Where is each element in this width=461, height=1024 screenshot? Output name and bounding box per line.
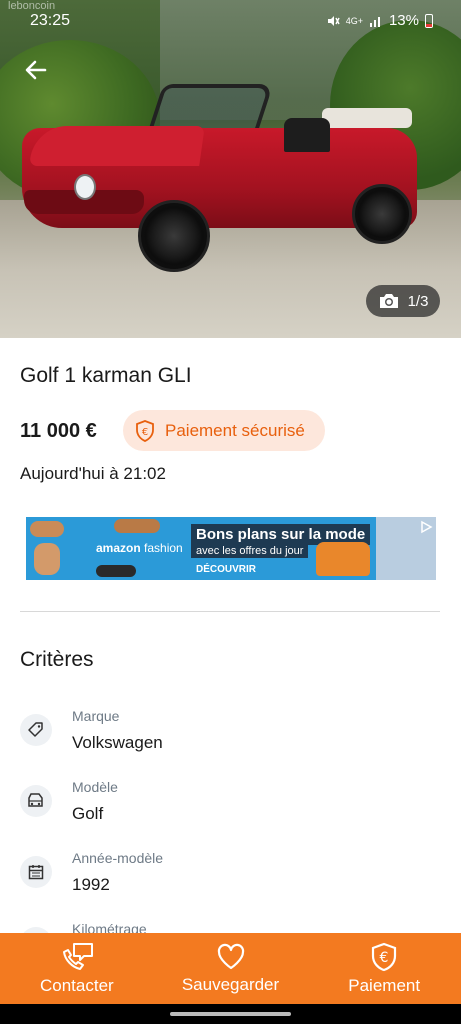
ad-subline: avec les offres du jour: [191, 544, 309, 558]
criteria-item-year: Année-modèle 1992: [20, 850, 440, 906]
camera-icon: [379, 294, 398, 308]
ad-bag-image: [316, 542, 370, 576]
network-label: 4G+: [345, 15, 363, 26]
tag-icon: [20, 714, 52, 746]
shield-euro-icon: €: [372, 942, 397, 971]
criteria-value: Golf: [72, 804, 104, 823]
car-wheel-rear: [352, 184, 412, 244]
payment-label: Paiement: [348, 975, 421, 995]
ad-sandal-image: [34, 543, 60, 575]
car-folded-top: [322, 108, 412, 128]
ad-sandal-image: [114, 519, 160, 533]
criteria-label: Modèle: [72, 779, 118, 795]
criteria-label: Marque: [72, 708, 120, 724]
payment-button[interactable]: € Paiement: [307, 933, 461, 1004]
ad-cta[interactable]: DÉCOUVRIR: [196, 564, 256, 575]
status-bar: leboncoin 23:25 4G+ 13%: [0, 0, 461, 40]
battery-icon: [425, 13, 433, 28]
save-button[interactable]: Sauvegarder: [154, 933, 308, 1004]
secure-payment-label: Paiement sécurisé: [165, 420, 305, 440]
status-time: 23:25: [30, 12, 71, 29]
car-hood: [29, 126, 205, 166]
bottom-action-bar: Contacter Sauvegarder € Paiement: [0, 933, 461, 1004]
arrow-left-icon: [25, 60, 47, 80]
shield-euro-icon: €: [136, 419, 154, 442]
adchoices-icon[interactable]: [419, 520, 433, 534]
heart-icon: [217, 943, 244, 969]
listing-title: Golf 1 karman GLI: [20, 364, 192, 387]
car-icon: [20, 785, 52, 817]
secure-payment-badge[interactable]: € Paiement sécurisé: [123, 410, 325, 451]
car-wheel-front: [138, 200, 210, 272]
svg-text:€: €: [380, 950, 389, 966]
home-gesture-handle[interactable]: [170, 1012, 291, 1016]
calendar-icon: [20, 856, 52, 888]
contact-label: Contacter: [39, 975, 114, 995]
battery-percent: 13%: [388, 12, 419, 29]
criteria-value: Volkswagen: [72, 733, 163, 752]
listing-price: 11 000 €: [20, 420, 97, 442]
car-seat: [284, 118, 330, 152]
criteria-item-brand: Marque Volkswagen: [20, 708, 440, 764]
status-icons: 4G+ 13%: [326, 12, 433, 29]
photo-counter-label: 1/3: [407, 292, 429, 310]
ad-brand-part2: fashion: [140, 541, 183, 555]
ad-sandal-image: [96, 565, 136, 577]
listing-date: Aujourd'hui à 21:02: [20, 464, 166, 483]
signal-icon: [369, 16, 380, 27]
car-illustration: [22, 78, 422, 272]
criteria-value: 1992: [72, 875, 110, 894]
photo-counter[interactable]: 1/3: [366, 285, 440, 317]
ad-brand: amazon fashion: [96, 541, 183, 555]
watermark: leboncoin: [8, 0, 56, 12]
contact-button[interactable]: Contacter: [0, 933, 154, 1004]
back-button[interactable]: [18, 52, 54, 88]
ad-sandal-image: [30, 521, 64, 537]
car-headlight: [74, 174, 96, 200]
section-divider: [20, 611, 440, 612]
listing-photo[interactable]: leboncoin 23:25 4G+ 13% 1/3: [0, 0, 461, 338]
save-label: Sauvegarder: [181, 974, 280, 994]
phone-chat-icon: [62, 942, 93, 970]
svg-text:€: €: [142, 427, 148, 438]
criteria-label: Année-modèle: [72, 850, 164, 866]
ad-brand-part1: amazon: [96, 541, 141, 555]
ad-banner[interactable]: amazon fashion Bons plans sur la mode av…: [26, 517, 436, 580]
system-nav-bar: [0, 1004, 461, 1024]
criteria-title: Critères: [20, 648, 94, 671]
criteria-item-model: Modèle Golf: [20, 779, 440, 835]
mute-icon: [327, 15, 340, 26]
